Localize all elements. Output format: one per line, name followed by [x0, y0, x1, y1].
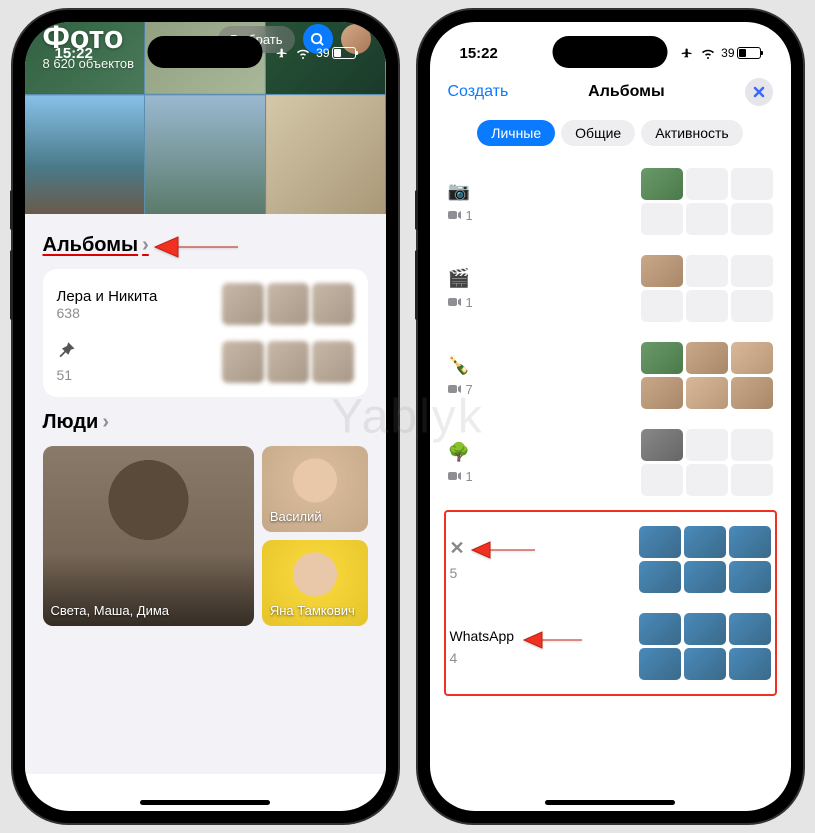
- airplane-icon: [274, 47, 290, 59]
- chevron-right-icon: ›: [142, 234, 149, 257]
- status-icons: 39: [274, 46, 355, 60]
- pin-icon: [57, 341, 77, 361]
- person-card[interactable]: Яна Тамкович: [262, 540, 368, 626]
- albums-list: 📷 1 🎬 1 🍾 7: [430, 158, 791, 712]
- album-row[interactable]: 51: [57, 341, 354, 383]
- close-button[interactable]: [745, 78, 773, 106]
- albums-section-header[interactable]: Альбомы ›: [43, 234, 368, 257]
- tab-activity[interactable]: Активность: [641, 120, 743, 146]
- album-count: 5: [450, 565, 629, 581]
- person-card[interactable]: Света, Маша, Дима: [43, 446, 254, 626]
- album-count: 51: [57, 367, 210, 383]
- person-label: Света, Маша, Дима: [51, 603, 170, 618]
- album-row[interactable]: 🎬 1: [448, 245, 773, 332]
- segment-control: Личные Общие Активность: [430, 114, 791, 158]
- tree-icon: 🌳: [448, 442, 631, 463]
- arrow-annotation: [522, 626, 587, 654]
- person-card[interactable]: Василий: [262, 446, 368, 532]
- wifi-icon: [295, 47, 311, 59]
- tab-shared[interactable]: Общие: [561, 120, 635, 146]
- album-row[interactable]: 🍾 7: [448, 332, 773, 419]
- home-indicator[interactable]: [140, 800, 270, 805]
- camera-icon: 📷: [448, 181, 631, 202]
- album-row-whatsapp[interactable]: WhatsApp 4: [450, 603, 771, 690]
- people-grid: Света, Маша, Дима Василий Яна Тамкович: [43, 446, 368, 626]
- video-icon: [448, 210, 462, 220]
- arrow-annotation: [153, 229, 243, 265]
- bottle-icon: 🍾: [448, 355, 631, 376]
- people-section-header[interactable]: Люди ›: [43, 411, 368, 434]
- close-icon: [753, 86, 765, 98]
- airplane-icon: [679, 47, 695, 59]
- battery-indicator: 39: [316, 46, 355, 60]
- album-row[interactable]: Лера и Никита 638: [57, 283, 354, 325]
- video-icon: [448, 297, 462, 307]
- nav-bar: Создать Альбомы: [430, 70, 791, 114]
- albums-card: Лера и Никита 638 51: [43, 269, 368, 397]
- album-row[interactable]: 📷 1: [448, 158, 773, 245]
- phone-left: 15:22 39 Фото 8 620 объектов Выбрать: [13, 10, 398, 823]
- highlight-box: ✕ 5 WhatsApp 4: [444, 510, 777, 696]
- album-row-x[interactable]: ✕ 5: [450, 516, 771, 603]
- album-name: Лера и Никита: [57, 288, 210, 305]
- arrow-annotation: [470, 536, 540, 564]
- clapperboard-icon: 🎬: [448, 268, 631, 289]
- create-button[interactable]: Создать: [448, 83, 509, 101]
- dynamic-island: [148, 36, 263, 68]
- album-row[interactable]: 🌳 1: [448, 419, 773, 506]
- nav-title: Альбомы: [588, 83, 665, 101]
- album-count: 638: [57, 305, 210, 321]
- dynamic-island: [553, 36, 668, 68]
- status-time: 15:22: [55, 45, 93, 62]
- video-icon: [448, 471, 462, 481]
- phone-right: 15:22 39 Создать Альбомы Личные Общие Ак…: [418, 10, 803, 823]
- wifi-icon: [700, 47, 716, 59]
- status-time: 15:22: [460, 45, 498, 62]
- home-indicator[interactable]: [545, 800, 675, 805]
- battery-indicator: 39: [721, 46, 760, 60]
- video-icon: [448, 384, 462, 394]
- person-label: Яна Тамкович: [270, 603, 355, 618]
- chevron-right-icon: ›: [102, 411, 109, 434]
- status-icons: 39: [679, 46, 760, 60]
- person-label: Василий: [270, 509, 322, 524]
- tab-personal[interactable]: Личные: [477, 120, 555, 146]
